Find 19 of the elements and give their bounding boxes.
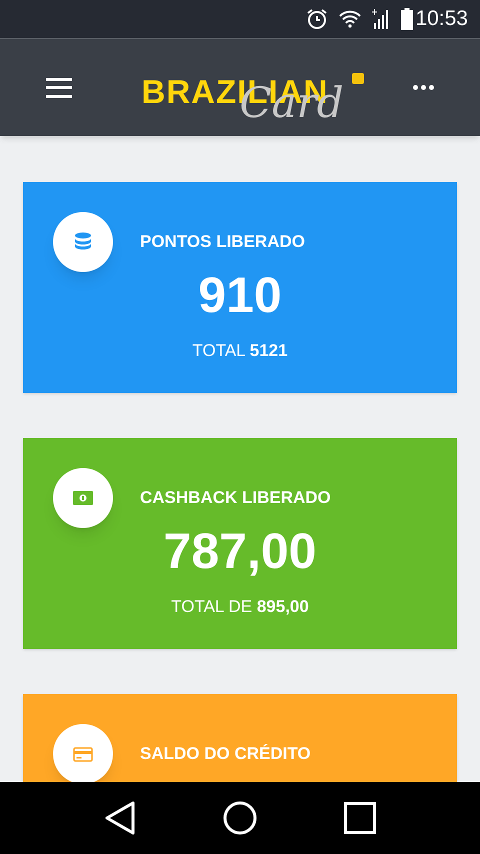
credit-card-icon — [73, 746, 93, 762]
card-title: PONTOS LIBERADO — [140, 231, 305, 254]
wifi-icon — [339, 10, 362, 28]
card-title: CASHBACK LIBERADO — [140, 487, 331, 510]
card-total: TOTAL DE 895,00 — [170, 596, 310, 618]
recents-icon[interactable] — [344, 802, 376, 834]
status-time: 10:53 — [415, 6, 468, 32]
menu-icon[interactable] — [46, 78, 72, 98]
banknote-icon — [73, 491, 93, 505]
home-icon[interactable] — [222, 801, 257, 835]
coin-stack-icon — [74, 232, 92, 252]
card-value: 910 — [197, 270, 283, 320]
more-options-icon[interactable] — [413, 85, 434, 90]
battery-icon — [401, 8, 414, 30]
card-title: SALDO DO CRÉDITO — [140, 743, 311, 766]
card-value: 787,00 — [162, 526, 318, 576]
alarm-icon — [305, 7, 330, 31]
card-total: TOTAL 5121 — [191, 340, 289, 362]
back-icon[interactable] — [104, 801, 136, 835]
